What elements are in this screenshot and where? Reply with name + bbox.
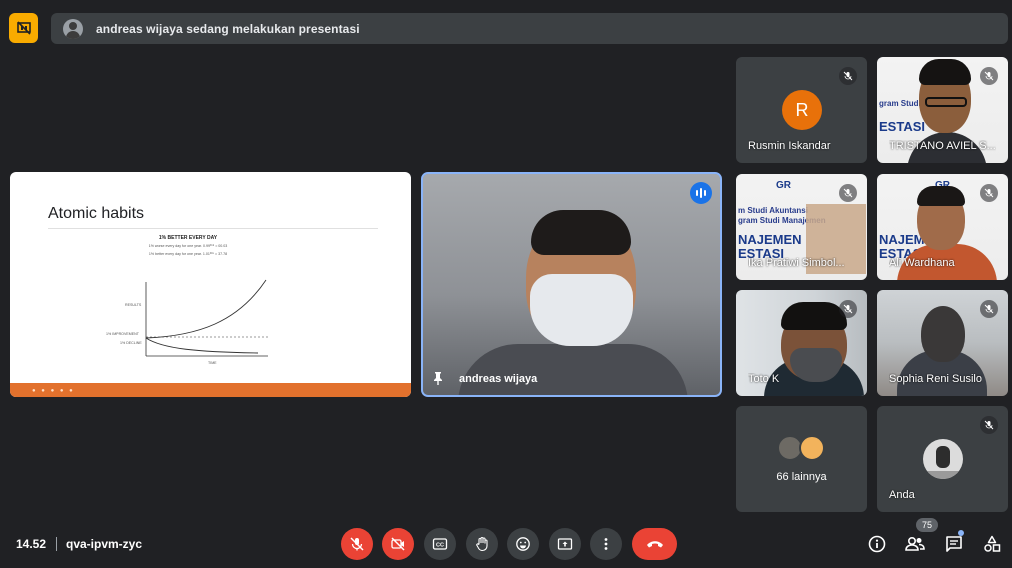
mic-off-icon — [980, 416, 998, 434]
chart-line-1: 1% worse every day for one year. 0.99³⁶⁵… — [149, 244, 228, 248]
more-participants-avatars — [777, 435, 829, 461]
activities-button[interactable] — [981, 533, 1003, 555]
participant-name: Ali Wardhana — [889, 257, 955, 269]
presenter-shoulders — [458, 344, 688, 395]
slide-chart: 1% BETTER EVERY DAY 1% worse every day f… — [106, 235, 268, 365]
slide-text: NAJEMEN — [738, 232, 802, 247]
people-button[interactable] — [904, 533, 926, 555]
mic-off-icon — [980, 184, 998, 202]
activities-icon — [984, 535, 1001, 552]
present-screen-button[interactable] — [549, 528, 581, 560]
chart-label-results: RESULTS — [125, 303, 142, 307]
chart-heading: 1% BETTER EVERY DAY — [159, 235, 218, 241]
emoji-icon — [516, 537, 530, 551]
presenter-name: andreas wijaya — [459, 373, 538, 385]
participant-hair — [781, 302, 847, 330]
presentation-stop-button[interactable] — [9, 13, 38, 43]
camera-off-icon — [391, 537, 405, 551]
mic-off-icon — [839, 67, 857, 85]
more-options-button[interactable] — [590, 528, 622, 560]
participant-tile-rusmin[interactable]: R Rusmin Iskandar — [736, 57, 867, 163]
chat-icon — [946, 536, 962, 552]
chat-unread-dot — [958, 530, 964, 536]
speaking-indicator-icon — [690, 182, 712, 204]
hand-icon — [476, 536, 488, 552]
presenter-avatar — [63, 18, 83, 39]
chart-improvement-curve — [145, 279, 267, 339]
leave-call-button[interactable] — [632, 528, 677, 560]
mic-off-icon — [350, 537, 364, 551]
participant-avatar: R — [782, 90, 822, 130]
closed-captions-icon: CC — [432, 538, 448, 550]
chart-line-2: 1% better every day for one year. 1.01³⁶… — [149, 252, 227, 256]
presenter-video-tile[interactable]: andreas wijaya — [421, 172, 722, 397]
brand-logo: GR — [776, 180, 791, 191]
chart-label-decline: 1% DECLINE — [120, 341, 142, 345]
participant-name: Toto K — [748, 373, 780, 385]
people-count-badge: 75 — [916, 518, 938, 532]
chart-label-improvement: 1% IMPROVEMENT — [106, 332, 140, 336]
reactions-button[interactable] — [507, 528, 539, 560]
mic-off-icon — [980, 67, 998, 85]
participant-name: Sophia Reni Susilo — [889, 373, 982, 385]
chart-label-time: TIME — [208, 361, 217, 365]
presenter-mask — [530, 274, 633, 346]
slide-text: ESTASI — [879, 119, 925, 134]
call-end-icon — [646, 541, 663, 548]
participant-hair — [919, 59, 971, 85]
mic-off-icon — [839, 184, 857, 202]
participant-hair — [917, 186, 965, 206]
meeting-clock: 14.52 — [16, 537, 47, 551]
raise-hand-button[interactable] — [466, 528, 498, 560]
slide-title: Atomic habits — [48, 205, 145, 222]
chat-button[interactable] — [943, 533, 965, 555]
presenting-banner: andreas wijaya sedang melakukan presenta… — [51, 13, 1008, 44]
pin-icon[interactable] — [431, 371, 445, 385]
divider — [56, 537, 57, 551]
self-tile[interactable]: Anda — [877, 406, 1008, 512]
meeting-details-button[interactable] — [866, 533, 888, 555]
chart-decline-curve — [145, 337, 259, 354]
glasses-icon — [925, 97, 967, 107]
slide-footer-dots: ● ● ● ● ● — [32, 388, 75, 394]
participant-name: Ika Pratiwi Simbol... — [748, 257, 845, 269]
meeting-code: qva-ipvm-zyc — [66, 537, 143, 551]
presenter-hair — [531, 210, 631, 255]
mic-off-icon — [839, 300, 857, 318]
mic-off-icon — [980, 300, 998, 318]
presenting-banner-text: andreas wijaya sedang melakukan presenta… — [96, 21, 360, 36]
microphone-toggle-button[interactable] — [341, 528, 373, 560]
slide-divider — [48, 228, 378, 229]
info-icon — [868, 535, 886, 553]
more-vert-icon — [604, 538, 608, 550]
svg-text:CC: CC — [436, 543, 444, 549]
participant-name: Rusmin Iskandar — [748, 140, 831, 152]
participant-avatar — [799, 435, 825, 461]
participant-tile-tristano[interactable]: ESTASI gram Studi Manajemen TRISTANO AVI… — [877, 57, 1008, 163]
participant-head — [921, 306, 965, 362]
meet-window: andreas wijaya sedang melakukan presenta… — [0, 0, 1012, 568]
stop-presenting-icon — [16, 21, 31, 35]
camera-toggle-button[interactable] — [382, 528, 414, 560]
participant-name: Anda — [889, 489, 915, 501]
captions-button[interactable]: CC — [424, 528, 456, 560]
present-screen-icon — [557, 538, 573, 550]
self-avatar — [923, 439, 963, 479]
more-participants-label: 66 lainnya — [776, 471, 827, 483]
slide-text: m Studi Akuntansi — [738, 206, 808, 215]
presentation-tile[interactable]: Atomic habits 1% BETTER EVERY DAY 1% wor… — [10, 172, 411, 397]
participant-tile-toto[interactable]: Toto K — [736, 290, 867, 396]
participant-tile-ali[interactable]: GR NAJEMEN ESTASI Ali Wardhana — [877, 174, 1008, 280]
people-icon — [905, 536, 925, 551]
participant-name: TRISTANO AVIEL S... — [889, 140, 996, 152]
participant-tile-sophia[interactable]: Sophia Reni Susilo — [877, 290, 1008, 396]
more-participants-tile[interactable]: 66 lainnya — [736, 406, 867, 512]
participant-tile-ika[interactable]: GR m Studi Akuntansi gram Studi Manajeme… — [736, 174, 867, 280]
